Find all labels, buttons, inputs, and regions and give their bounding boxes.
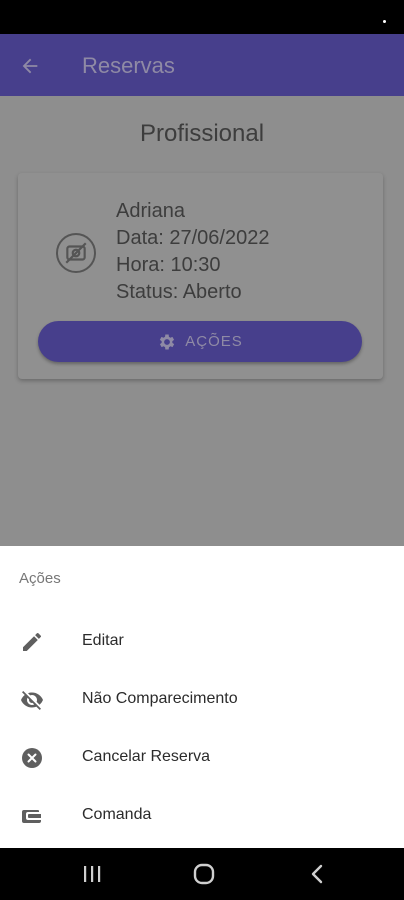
main-content: Profissional Adriana Data: 27/06/2022 Ho… [0,96,404,546]
sheet-item-tab[interactable]: Comanda [0,786,404,844]
sheet-title: Ações [19,570,61,587]
back-button[interactable] [14,50,46,82]
pencil-icon [19,629,45,655]
sheet-item-edit[interactable]: Editar [0,612,404,670]
status-bar [0,0,404,34]
sheet-item-no-show[interactable]: Não Comparecimento [0,670,404,728]
actions-button[interactable]: AÇÕES [38,321,362,362]
app-bar: Reservas [0,34,404,96]
sheet-item-label: Não Comparecimento [82,690,238,707]
reservation-status: Status: Aberto [116,281,242,303]
sheet-item-label: Cancelar Reserva [82,748,211,765]
back-icon[interactable] [306,862,330,886]
reservation-date: Data: 27/06/2022 [116,227,270,249]
status-indicator [383,20,386,23]
actions-button-label: AÇÕES [185,333,243,350]
arrow-left-icon [22,58,38,74]
section-title: Profissional [139,120,265,147]
system-nav-bar [0,848,404,900]
eye-off-icon [19,687,45,713]
app-title: Reservas [82,53,175,78]
client-name: Adriana [116,200,185,222]
reservation-card: Adriana Data: 27/06/2022 Hora: 10:30 Sta… [18,173,383,379]
sheet-item-label: Comanda [82,806,152,823]
reservation-time: Hora: 10:30 [116,254,221,276]
sheet-item-cancel[interactable]: Cancelar Reserva [0,728,404,786]
sheet-item-label: Editar [82,632,124,649]
reservation-details: Adriana Data: 27/06/2022 Hora: 10:30 Sta… [116,198,269,306]
actions-bottom-sheet: Ações Editar Não Comparecimento Cancelar… [0,546,404,848]
home-icon[interactable] [192,862,216,886]
close-circle-icon [19,745,45,771]
wallet-icon [19,803,45,829]
recents-icon[interactable] [80,862,104,886]
no-photo-icon [56,233,96,273]
gear-icon [160,334,175,349]
